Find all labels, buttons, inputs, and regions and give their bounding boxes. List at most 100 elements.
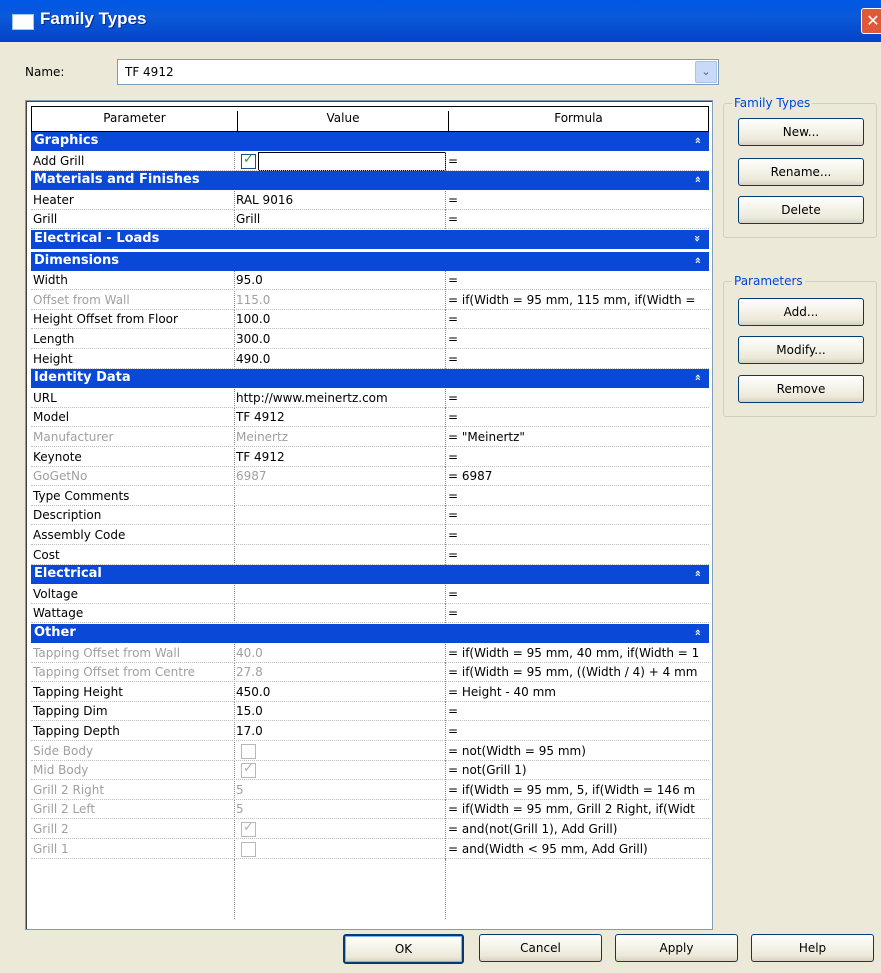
group-header[interactable]: Other » (31, 624, 709, 643)
parameter-row[interactable]: Wattage = (31, 604, 710, 624)
parameter-formula[interactable]: = (448, 548, 710, 562)
parameter-formula[interactable]: = (448, 528, 710, 542)
chevron-down-icon[interactable]: ⌄ (695, 61, 717, 83)
remove-parameter-button[interactable]: Remove (738, 375, 864, 403)
parameter-row[interactable]: Width 95.0 = (31, 271, 710, 291)
parameter-row[interactable]: GoGetNo 6987 = 6987 (31, 467, 710, 487)
parameter-row[interactable]: Grill 2 ✓ = and(not(Grill 1), Add Grill) (31, 820, 709, 839)
parameter-formula[interactable]: = (448, 587, 710, 601)
collapse-icon[interactable]: » (691, 137, 704, 144)
parameter-formula[interactable]: = (448, 450, 710, 464)
parameter-row[interactable]: Mid Body ✓ = not(Grill 1) (31, 761, 710, 781)
parameter-formula[interactable]: = (448, 410, 710, 424)
parameter-value[interactable]: Grill (236, 212, 441, 226)
parameter-formula[interactable]: = (448, 273, 710, 287)
collapse-icon[interactable]: » (691, 176, 704, 183)
header-value[interactable]: Value (238, 111, 448, 125)
parameter-value[interactable]: 15.0 (236, 704, 441, 718)
header-parameter[interactable]: Parameter (32, 111, 237, 125)
value-checkbox[interactable]: ✓ (241, 152, 256, 169)
collapse-icon[interactable]: » (691, 374, 704, 381)
parameter-formula[interactable]: = if(Width = 95 mm, 5, if(Width = 146 m (448, 783, 710, 797)
group-header[interactable]: Dimensions » (31, 251, 709, 271)
parameter-row[interactable]: Type Comments = (31, 486, 710, 506)
parameter-formula[interactable]: = (448, 489, 710, 503)
parameter-row[interactable]: Grill 2 Right 5 = if(Width = 95 mm, 5, if(… (31, 780, 710, 800)
parameter-value[interactable]: 300.0 (236, 332, 441, 346)
group-header[interactable]: Identity Data » (31, 369, 709, 389)
parameter-row[interactable]: Grill 2 Left 5 = if(Width = 95 mm, Grill 2… (31, 800, 710, 820)
parameter-value[interactable]: http://www.meinertz.com (236, 391, 441, 405)
parameter-value[interactable]: TF 4912 (236, 450, 441, 464)
parameter-formula[interactable]: = Height - 40 mm (448, 685, 710, 699)
parameter-formula[interactable]: = if(Width = 95 mm, Grill 2 Right, if(Wi… (448, 802, 710, 816)
group-header[interactable]: Electrical » (31, 565, 709, 585)
parameter-formula[interactable]: = (448, 312, 710, 326)
value-editor[interactable] (258, 151, 446, 171)
parameter-row[interactable]: Voltage = (31, 584, 710, 604)
group-header[interactable]: Electrical - Loads » (31, 230, 709, 249)
parameter-value[interactable]: 490.0 (236, 352, 441, 366)
parameter-row[interactable]: Manufacturer Meinertz = "Meinertz" (31, 428, 709, 447)
parameter-row[interactable]: Tapping Depth 17.0 = (31, 722, 709, 741)
parameter-row[interactable]: Keynote TF 4912 = (31, 447, 710, 467)
parameter-row[interactable]: Height Offset from Floor 100.0 = (31, 310, 710, 330)
group-header[interactable]: Materials and Finishes » (31, 171, 709, 191)
parameter-row[interactable]: Cost = (31, 545, 710, 565)
parameter-value[interactable]: 450.0 (236, 685, 441, 699)
parameter-formula[interactable]: = (448, 704, 710, 718)
parameter-formula[interactable]: = (448, 391, 710, 405)
parameter-formula[interactable]: = (448, 724, 710, 738)
collapse-icon[interactable]: » (691, 629, 704, 636)
parameter-row[interactable]: URL http://www.meinertz.com = (31, 388, 710, 408)
parameter-formula[interactable]: = if(Width = 95 mm, ((Width / 4) + 4 mm (448, 665, 710, 679)
cancel-button[interactable]: Cancel (479, 934, 602, 962)
collapse-icon[interactable]: » (691, 257, 704, 264)
header-formula[interactable]: Formula (449, 111, 708, 125)
parameter-formula[interactable]: = and(Width < 95 mm, Add Grill) (448, 842, 710, 856)
title-bar[interactable]: Family Types ✕ (0, 0, 881, 42)
add-parameter-button[interactable]: Add... (738, 298, 864, 326)
parameter-row[interactable]: Offset from Wall 115.0 = if(Width = 95 mm,… (31, 290, 710, 310)
parameter-row[interactable]: Tapping Dim 15.0 = (31, 702, 710, 722)
parameter-formula[interactable]: = 6987 (448, 469, 710, 483)
apply-button[interactable]: Apply (615, 934, 738, 962)
parameter-row[interactable]: Height 490.0 = (31, 349, 710, 369)
parameter-row[interactable]: Assembly Code = (31, 526, 709, 545)
parameter-row[interactable]: Description = (31, 506, 710, 526)
parameter-row[interactable]: Tapping Offset from Centre 27.8 = if(Width… (31, 663, 710, 683)
parameter-formula[interactable]: = (448, 606, 710, 620)
parameter-formula[interactable]: = if(Width = 95 mm, 40 mm, if(Width = 1 (448, 646, 710, 660)
parameter-value[interactable]: TF 4912 (236, 410, 441, 424)
close-button[interactable]: ✕ (861, 8, 881, 34)
parameter-row[interactable]: Grill 1 = and(Width < 95 mm, Add Grill) (31, 839, 710, 859)
help-button[interactable]: Help (751, 934, 874, 962)
parameter-formula[interactable]: = (448, 212, 710, 226)
parameter-formula[interactable]: = (448, 332, 710, 346)
parameter-formula[interactable]: = and(not(Grill 1), Add Grill) (448, 822, 710, 836)
modify-parameter-button[interactable]: Modify... (738, 336, 864, 364)
rename-type-button[interactable]: Rename... (738, 158, 864, 186)
parameter-formula[interactable]: = if(Width = 95 mm, 115 mm, if(Width = (448, 293, 710, 307)
parameter-row[interactable]: Heater RAL 9016 = (31, 190, 710, 210)
parameter-formula[interactable]: = (448, 193, 710, 207)
parameter-grid[interactable]: Parameter Value Formula Graphics » Add Gri… (25, 100, 713, 930)
parameter-row[interactable]: Model TF 4912 = (31, 408, 710, 428)
parameter-value[interactable]: 95.0 (236, 273, 441, 287)
delete-type-button[interactable]: Delete (738, 196, 864, 224)
collapse-icon[interactable]: » (691, 570, 704, 577)
parameter-row[interactable]: Add Grill ✓ = (31, 151, 709, 171)
parameter-formula[interactable]: = not(Grill 1) (448, 763, 710, 777)
ok-button[interactable]: OK (343, 934, 464, 964)
parameter-value[interactable]: 17.0 (236, 724, 441, 738)
parameter-formula[interactable]: = not(Width = 95 mm) (448, 744, 710, 758)
parameter-formula[interactable]: = (448, 352, 710, 366)
parameter-value[interactable]: 100.0 (236, 312, 441, 326)
parameter-row[interactable]: Tapping Offset from Wall 40.0 = if(Width =… (31, 643, 710, 663)
new-type-button[interactable]: New... (738, 118, 864, 146)
parameter-formula[interactable]: = (448, 508, 710, 522)
parameter-row[interactable]: Side Body = not(Width = 95 mm) (31, 741, 710, 761)
name-dropdown[interactable]: TF 4912 ⌄ (117, 59, 719, 85)
parameter-formula[interactable]: = "Meinertz" (448, 430, 710, 444)
parameter-value[interactable]: RAL 9016 (236, 193, 441, 207)
